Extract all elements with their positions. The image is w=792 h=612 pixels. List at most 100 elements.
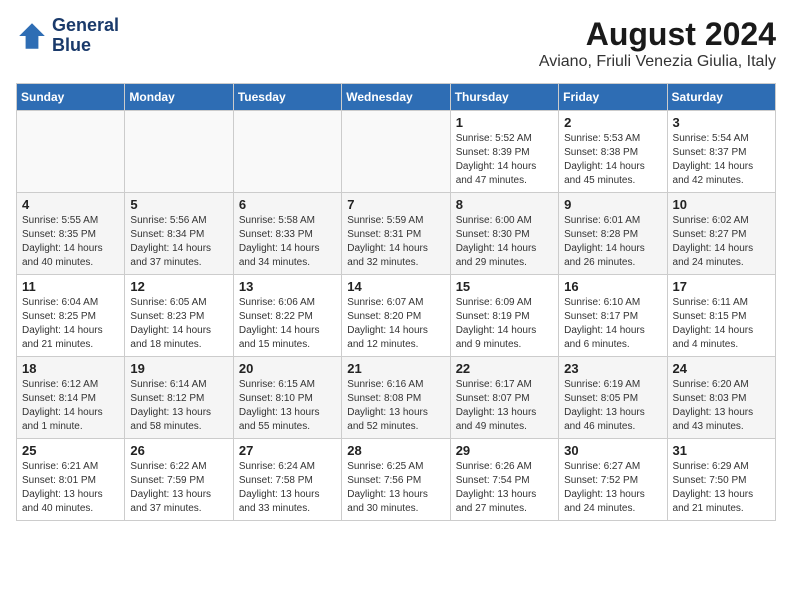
day-detail: Sunrise: 6:19 AM Sunset: 8:05 PM Dayligh… xyxy=(564,378,661,434)
day-number: 12 xyxy=(130,279,227,294)
day-number: 21 xyxy=(347,361,444,376)
calendar-week-row: 25 Sunrise: 6:21 AM Sunset: 8:01 PM Dayli… xyxy=(17,439,776,521)
calendar-day-cell: 5 Sunrise: 5:56 AM Sunset: 8:34 PM Daylig… xyxy=(125,193,233,275)
calendar-day-cell: 27 Sunrise: 6:24 AM Sunset: 7:58 PM Dayli… xyxy=(233,439,341,521)
calendar-day-cell: 26 Sunrise: 6:22 AM Sunset: 7:59 PM Dayli… xyxy=(125,439,233,521)
day-number: 11 xyxy=(22,279,119,294)
calendar-day-cell: 21 Sunrise: 6:16 AM Sunset: 8:08 PM Dayli… xyxy=(342,357,450,439)
day-detail: Sunrise: 6:16 AM Sunset: 8:08 PM Dayligh… xyxy=(347,378,444,434)
day-of-week-header: Friday xyxy=(559,84,667,111)
day-number: 13 xyxy=(239,279,336,294)
calendar-day-cell xyxy=(17,111,125,193)
calendar-day-cell: 24 Sunrise: 6:20 AM Sunset: 8:03 PM Dayli… xyxy=(667,357,775,439)
day-detail: Sunrise: 6:17 AM Sunset: 8:07 PM Dayligh… xyxy=(456,378,553,434)
calendar-day-cell: 3Sunrise: 5:54 AM Sunset: 8:37 PM Daylig… xyxy=(667,111,775,193)
calendar-day-cell: 1 Sunrise: 5:52 AM Sunset: 8:39 PM Daylig… xyxy=(450,111,558,193)
calendar-day-cell: 11Sunrise: 6:04 AM Sunset: 8:25 PM Dayli… xyxy=(17,275,125,357)
day-number: 27 xyxy=(239,443,336,458)
calendar-day-cell: 18 Sunrise: 6:12 AM Sunset: 8:14 PM Dayli… xyxy=(17,357,125,439)
day-number: 18 xyxy=(22,361,119,376)
calendar-day-cell: 14 Sunrise: 6:07 AM Sunset: 8:20 PM Dayli… xyxy=(342,275,450,357)
day-detail: Sunrise: 6:29 AM Sunset: 7:50 PM Dayligh… xyxy=(673,460,770,516)
day-detail: Sunrise: 6:12 AM Sunset: 8:14 PM Dayligh… xyxy=(22,378,119,434)
calendar-day-cell: 7Sunrise: 5:59 AM Sunset: 8:31 PM Daylig… xyxy=(342,193,450,275)
day-number: 6 xyxy=(239,197,336,212)
calendar-day-cell: 8Sunrise: 6:00 AM Sunset: 8:30 PM Daylig… xyxy=(450,193,558,275)
logo-icon xyxy=(16,20,48,52)
calendar-day-cell: 23 Sunrise: 6:19 AM Sunset: 8:05 PM Dayli… xyxy=(559,357,667,439)
day-detail: Sunrise: 6:01 AM Sunset: 8:28 PM Dayligh… xyxy=(564,214,661,270)
day-number: 30 xyxy=(564,443,661,458)
calendar-day-cell: 30 Sunrise: 6:27 AM Sunset: 7:52 PM Dayli… xyxy=(559,439,667,521)
day-detail: Sunrise: 5:52 AM Sunset: 8:39 PM Dayligh… xyxy=(456,132,553,188)
calendar-day-cell: 4 Sunrise: 5:55 AM Sunset: 8:35 PM Daylig… xyxy=(17,193,125,275)
day-detail: Sunrise: 5:56 AM Sunset: 8:34 PM Dayligh… xyxy=(130,214,227,270)
calendar-day-cell: 17 Sunrise: 6:11 AM Sunset: 8:15 PM Dayli… xyxy=(667,275,775,357)
day-detail: Sunrise: 6:26 AM Sunset: 7:54 PM Dayligh… xyxy=(456,460,553,516)
page-header: General Blue August 2024 Aviano, Friuli … xyxy=(16,16,776,71)
day-detail: Sunrise: 6:25 AM Sunset: 7:56 PM Dayligh… xyxy=(347,460,444,516)
calendar-day-cell: 13 Sunrise: 6:06 AM Sunset: 8:22 PM Dayli… xyxy=(233,275,341,357)
day-number: 31 xyxy=(673,443,770,458)
day-number: 5 xyxy=(130,197,227,212)
day-detail: Sunrise: 5:55 AM Sunset: 8:35 PM Dayligh… xyxy=(22,214,119,270)
calendar-day-cell: 16 Sunrise: 6:10 AM Sunset: 8:17 PM Dayli… xyxy=(559,275,667,357)
calendar-day-cell xyxy=(342,111,450,193)
day-number: 14 xyxy=(347,279,444,294)
day-number: 15 xyxy=(456,279,553,294)
day-detail: Sunrise: 6:02 AM Sunset: 8:27 PM Dayligh… xyxy=(673,214,770,270)
day-detail: Sunrise: 6:05 AM Sunset: 8:23 PM Dayligh… xyxy=(130,296,227,352)
day-of-week-header: Thursday xyxy=(450,84,558,111)
day-number: 2 xyxy=(564,115,661,130)
calendar-day-cell: 28 Sunrise: 6:25 AM Sunset: 7:56 PM Dayli… xyxy=(342,439,450,521)
day-detail: Sunrise: 5:54 AM Sunset: 8:37 PM Dayligh… xyxy=(673,132,770,188)
calendar-day-cell: 12 Sunrise: 6:05 AM Sunset: 8:23 PM Dayli… xyxy=(125,275,233,357)
day-detail: Sunrise: 6:22 AM Sunset: 7:59 PM Dayligh… xyxy=(130,460,227,516)
day-number: 25 xyxy=(22,443,119,458)
day-detail: Sunrise: 5:58 AM Sunset: 8:33 PM Dayligh… xyxy=(239,214,336,270)
day-number: 19 xyxy=(130,361,227,376)
day-detail: Sunrise: 6:27 AM Sunset: 7:52 PM Dayligh… xyxy=(564,460,661,516)
day-number: 16 xyxy=(564,279,661,294)
calendar-week-row: 4 Sunrise: 5:55 AM Sunset: 8:35 PM Daylig… xyxy=(17,193,776,275)
day-number: 24 xyxy=(673,361,770,376)
day-detail: Sunrise: 6:10 AM Sunset: 8:17 PM Dayligh… xyxy=(564,296,661,352)
calendar-day-cell: 10Sunrise: 6:02 AM Sunset: 8:27 PM Dayli… xyxy=(667,193,775,275)
day-number: 1 xyxy=(456,115,553,130)
month-title: August 2024 xyxy=(539,16,776,53)
day-detail: Sunrise: 6:21 AM Sunset: 8:01 PM Dayligh… xyxy=(22,460,119,516)
day-detail: Sunrise: 6:24 AM Sunset: 7:58 PM Dayligh… xyxy=(239,460,336,516)
day-number: 26 xyxy=(130,443,227,458)
day-of-week-header: Tuesday xyxy=(233,84,341,111)
day-detail: Sunrise: 5:53 AM Sunset: 8:38 PM Dayligh… xyxy=(564,132,661,188)
day-number: 22 xyxy=(456,361,553,376)
calendar-week-row: 1 Sunrise: 5:52 AM Sunset: 8:39 PM Daylig… xyxy=(17,111,776,193)
calendar-table: SundayMondayTuesdayWednesdayThursdayFrid… xyxy=(16,83,776,521)
calendar-day-cell: 29Sunrise: 6:26 AM Sunset: 7:54 PM Dayli… xyxy=(450,439,558,521)
calendar-day-cell xyxy=(125,111,233,193)
calendar-day-cell: 19 Sunrise: 6:14 AM Sunset: 8:12 PM Dayli… xyxy=(125,357,233,439)
calendar-day-cell: 22 Sunrise: 6:17 AM Sunset: 8:07 PM Dayli… xyxy=(450,357,558,439)
calendar-week-row: 18 Sunrise: 6:12 AM Sunset: 8:14 PM Dayli… xyxy=(17,357,776,439)
day-number: 4 xyxy=(22,197,119,212)
calendar-header-row: SundayMondayTuesdayWednesdayThursdayFrid… xyxy=(17,84,776,111)
day-number: 28 xyxy=(347,443,444,458)
day-detail: Sunrise: 6:20 AM Sunset: 8:03 PM Dayligh… xyxy=(673,378,770,434)
day-detail: Sunrise: 6:11 AM Sunset: 8:15 PM Dayligh… xyxy=(673,296,770,352)
calendar-day-cell: 25 Sunrise: 6:21 AM Sunset: 8:01 PM Dayli… xyxy=(17,439,125,521)
day-detail: Sunrise: 6:07 AM Sunset: 8:20 PM Dayligh… xyxy=(347,296,444,352)
calendar-day-cell: 15 Sunrise: 6:09 AM Sunset: 8:19 PM Dayli… xyxy=(450,275,558,357)
logo-text: General Blue xyxy=(52,16,119,56)
day-number: 23 xyxy=(564,361,661,376)
day-detail: Sunrise: 6:06 AM Sunset: 8:22 PM Dayligh… xyxy=(239,296,336,352)
location-title: Aviano, Friuli Venezia Giulia, Italy xyxy=(539,53,776,71)
calendar-day-cell: 6 Sunrise: 5:58 AM Sunset: 8:33 PM Daylig… xyxy=(233,193,341,275)
day-detail: Sunrise: 6:09 AM Sunset: 8:19 PM Dayligh… xyxy=(456,296,553,352)
day-of-week-header: Sunday xyxy=(17,84,125,111)
day-detail: Sunrise: 5:59 AM Sunset: 8:31 PM Dayligh… xyxy=(347,214,444,270)
day-number: 17 xyxy=(673,279,770,294)
title-block: August 2024 Aviano, Friuli Venezia Giuli… xyxy=(539,16,776,71)
calendar-day-cell: 31 Sunrise: 6:29 AM Sunset: 7:50 PM Dayli… xyxy=(667,439,775,521)
calendar-day-cell: 20Sunrise: 6:15 AM Sunset: 8:10 PM Dayli… xyxy=(233,357,341,439)
day-detail: Sunrise: 6:14 AM Sunset: 8:12 PM Dayligh… xyxy=(130,378,227,434)
